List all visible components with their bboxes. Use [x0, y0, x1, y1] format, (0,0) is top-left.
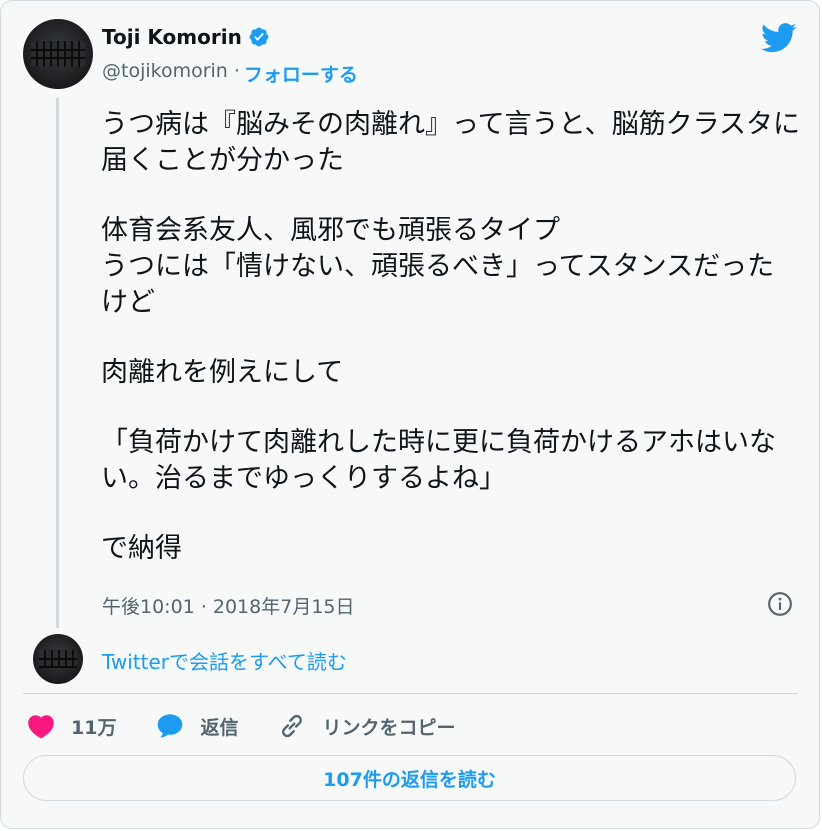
tweet-paragraph: で納得: [101, 533, 182, 564]
copy-link-button[interactable]: リンクをコピー: [278, 712, 455, 740]
author-name-row: Toji Komorin: [102, 25, 270, 49]
like-button[interactable]: 11万: [27, 713, 116, 740]
author-name[interactable]: Toji Komorin: [102, 25, 242, 49]
author-avatar[interactable]: [23, 19, 93, 89]
tweet-text: うつ病は『脳みその肉離れ』って言うと、脳筋クラスタに届くことが分かった 体育会系…: [101, 107, 801, 567]
divider: [23, 693, 798, 694]
separator: ·: [233, 60, 240, 82]
action-bar: 11万 返信 リンクをコピー: [27, 709, 495, 743]
tweet-timestamp[interactable]: 午後10:01 · 2018年7月15日: [102, 592, 355, 619]
thread-line: [56, 98, 59, 628]
twitter-bird-icon[interactable]: [761, 23, 797, 53]
tweet-paragraph: うつ病は『脳みその肉離れ』って言うと、脳筋クラスタに届くことが分かった: [101, 109, 801, 176]
author-handle-row: @tojikomorin · フォローする: [102, 60, 358, 87]
reply-bubble-icon: [158, 714, 183, 738]
tweet-paragraph: 肉離れを例えにして: [101, 357, 344, 388]
link-icon: [282, 714, 303, 738]
follow-button[interactable]: フォローする: [244, 60, 358, 87]
copy-link-label: リンクをコピー: [322, 716, 456, 739]
read-conversation-link[interactable]: Twitterで会話をすべて読む: [102, 646, 347, 675]
author-handle[interactable]: @tojikomorin: [102, 60, 228, 87]
heart-icon: [28, 715, 54, 739]
like-count: 11万: [71, 716, 117, 739]
embedded-tweet-card: Toji Komorin @tojikomorin · フォローする うつ病は『…: [0, 0, 820, 829]
info-icon[interactable]: [767, 591, 793, 617]
reply-label: 返信: [200, 716, 239, 739]
read-replies-button[interactable]: 107件の返信を読む: [23, 755, 796, 801]
tweet-paragraph: 体育会系友人、風邪でも頑張るタイプ うつには「情けない、頑張るべき」ってスタンス…: [101, 215, 775, 318]
tweet-paragraph: 「負荷かけて肉離れした時に更に負荷かけるアホはいない。治るまでゆっくりするよね」: [101, 427, 776, 494]
conversation-avatar: [33, 634, 83, 684]
reply-button[interactable]: 返信: [156, 713, 238, 740]
verified-badge-icon: [249, 27, 269, 47]
